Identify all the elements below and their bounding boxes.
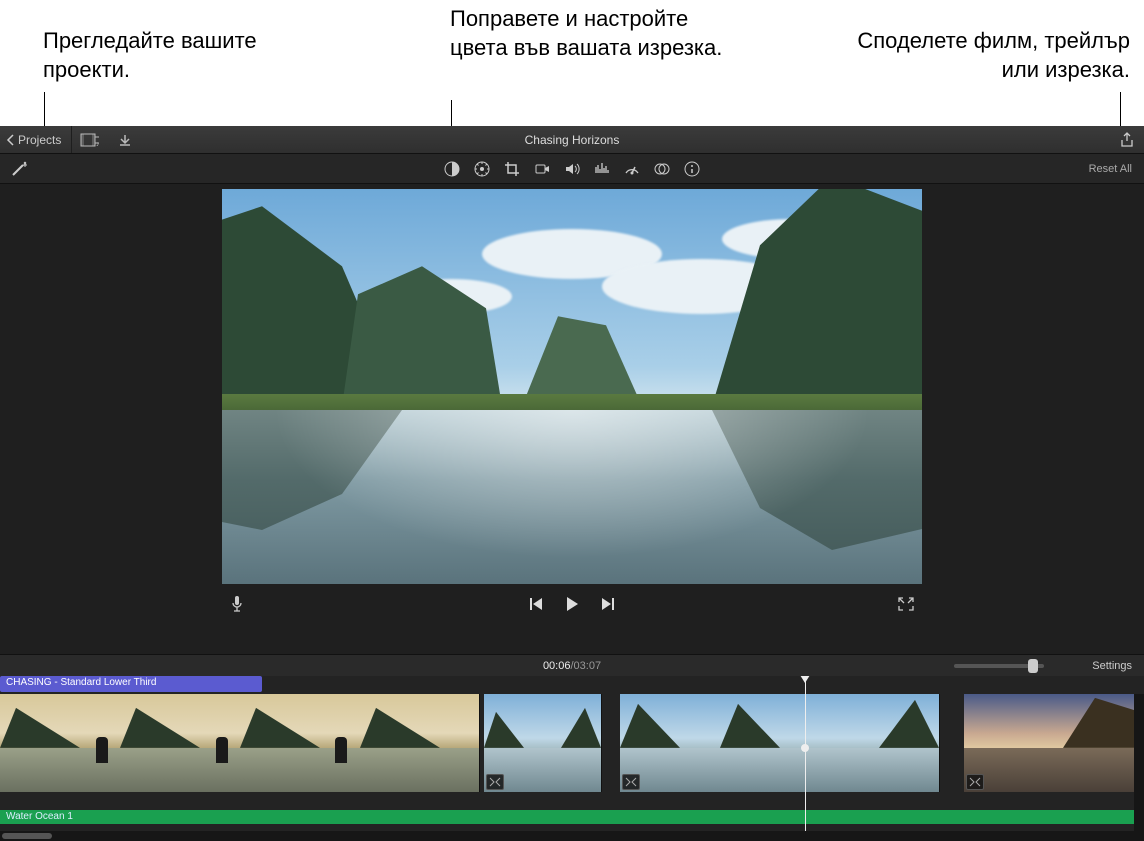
clip-filter-button[interactable]: [654, 161, 670, 177]
reset-all-button[interactable]: Reset All: [1089, 163, 1132, 175]
overlap-circles-icon: [654, 161, 670, 177]
fullscreen-button[interactable]: [898, 597, 914, 614]
project-title: Chasing Horizons: [525, 133, 620, 147]
video-clip[interactable]: [964, 694, 1144, 792]
volume-button[interactable]: [564, 161, 580, 177]
camera-icon: [534, 161, 550, 177]
title-clip[interactable]: CHASING - Standard Lower Third: [0, 676, 262, 692]
import-button[interactable]: [108, 126, 142, 153]
callout-share: Споделете филм, трейлър или изрезка.: [830, 27, 1130, 84]
zoom-slider[interactable]: [954, 664, 1044, 668]
timecode-current: 00:06: [543, 660, 571, 672]
video-clip[interactable]: [0, 694, 480, 792]
toolbar: Projects ♪ Chasing Horizons: [0, 126, 1144, 154]
imovie-window: Projects ♪ Chasing Horizons: [0, 126, 1144, 841]
skip-back-icon: [528, 597, 544, 611]
callout-color: Поправете и настройте цвета във вашата и…: [450, 5, 750, 62]
equalizer-icon: [594, 161, 610, 177]
horizontal-scrollbar[interactable]: [0, 831, 1144, 841]
download-arrow-icon: [118, 133, 132, 147]
viewer-controls: [222, 584, 922, 627]
skip-forward-icon: [600, 597, 616, 611]
speedometer-icon: [624, 161, 640, 177]
play-button[interactable]: [564, 596, 580, 615]
magic-wand-icon: [10, 160, 30, 178]
vertical-scrollbar[interactable]: [1134, 694, 1144, 834]
noise-reduction-button[interactable]: [594, 161, 610, 177]
color-balance-button[interactable]: [444, 161, 460, 177]
audio-clip[interactable]: Water Ocean 1: [0, 810, 1144, 824]
voiceover-button[interactable]: [230, 595, 244, 616]
color-wheel-icon: [474, 161, 490, 177]
timeline-settings-button[interactable]: Settings: [1092, 660, 1132, 672]
info-icon: [684, 161, 700, 177]
callout-projects: Прегледайте вашите проекти.: [43, 27, 303, 84]
transition-icon[interactable]: [486, 774, 504, 790]
expand-icon: [898, 597, 914, 611]
speed-button[interactable]: [624, 161, 640, 177]
filmstrip-icon: ♪: [80, 133, 100, 147]
clips-row: [0, 694, 1144, 792]
info-button[interactable]: [684, 161, 700, 177]
zoom-knob[interactable]: [1028, 659, 1038, 673]
crop-icon: [504, 161, 520, 177]
transition-icon[interactable]: [622, 774, 640, 790]
microphone-icon: [230, 595, 244, 613]
timecode-total: 03:07: [574, 660, 602, 672]
scrollbar-thumb[interactable]: [2, 833, 52, 839]
share-icon: [1120, 132, 1134, 148]
viewer: [0, 184, 1144, 654]
share-button[interactable]: [1120, 126, 1134, 153]
projects-button[interactable]: Projects: [0, 126, 72, 153]
playhead[interactable]: [805, 676, 806, 841]
timecode-bar: 00:06 / 03:07 Settings: [0, 654, 1144, 676]
stabilization-button[interactable]: [534, 161, 550, 177]
adjust-toolbar: Reset All: [0, 154, 1144, 184]
next-button[interactable]: [600, 597, 616, 614]
video-clip[interactable]: [484, 694, 602, 792]
speaker-icon: [564, 161, 580, 177]
crop-button[interactable]: [504, 161, 520, 177]
chevron-left-icon: [6, 134, 16, 146]
transition-icon[interactable]: [966, 774, 984, 790]
svg-text:♪: ♪: [96, 141, 100, 147]
media-browser-button[interactable]: ♪: [72, 126, 108, 153]
timeline[interactable]: CHASING - Standard Lower Third: [0, 676, 1144, 841]
enhance-button[interactable]: [0, 154, 40, 183]
previous-button[interactable]: [528, 597, 544, 614]
adjust-tools: [444, 161, 700, 177]
half-circle-icon: [444, 161, 460, 177]
video-preview[interactable]: [222, 189, 922, 584]
projects-label: Projects: [18, 133, 61, 147]
video-clip[interactable]: [620, 694, 940, 792]
color-correction-button[interactable]: [474, 161, 490, 177]
play-icon: [564, 596, 580, 612]
